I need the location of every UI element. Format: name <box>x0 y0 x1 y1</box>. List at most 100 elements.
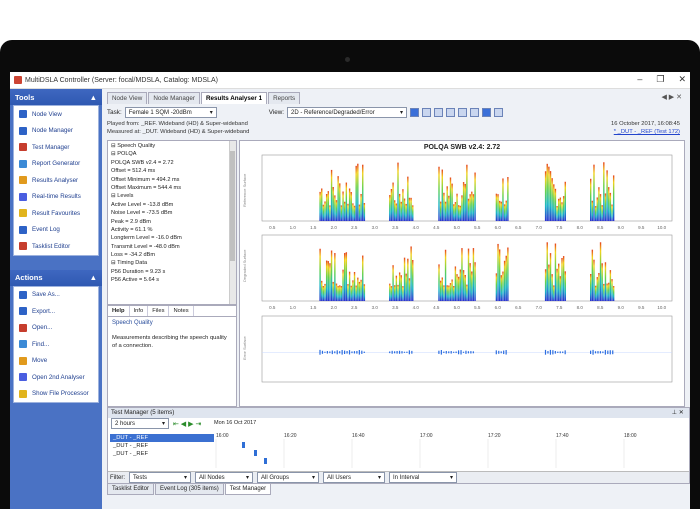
tab-node-view[interactable]: Node View <box>107 92 148 104</box>
toolbar-button-4[interactable] <box>446 108 455 117</box>
tab-nav-arrows[interactable]: ◀ ▶ ✕ <box>661 93 682 101</box>
tree-node[interactable]: P56 Active = 5.64 s <box>111 277 236 285</box>
tree-node[interactable]: Offset = 512.4 ms <box>111 168 236 176</box>
tree-node[interactable]: ⊟ Timing Data <box>111 260 236 268</box>
spectral-bar <box>389 195 391 221</box>
test-run-marker[interactable] <box>242 442 245 448</box>
test-run-marker[interactable] <box>254 450 257 456</box>
filter-select-0[interactable]: Tests ▾ <box>129 472 191 483</box>
sidebar-item-export[interactable]: Export... <box>14 303 98 320</box>
tree-node[interactable]: Offset Maximum = 544.4 ms <box>111 185 236 193</box>
test-run-marker[interactable] <box>264 458 267 464</box>
tree-node[interactable]: ⊟ POLQA <box>111 151 236 159</box>
timeline[interactable]: 16:00 16:20 16:40 17:00 17:20 17:40 18:00 <box>214 428 689 468</box>
camera-icon <box>345 57 350 62</box>
sidebar-item-test-manager[interactable]: Test Manager <box>14 139 98 156</box>
filter-select-3[interactable]: All Users ▾ <box>323 472 385 483</box>
help-tab-info[interactable]: Info <box>130 306 149 316</box>
play-button[interactable] <box>482 108 491 117</box>
tab-results-analyser-1[interactable]: Results Analyser 1 <box>201 92 268 104</box>
tree-node[interactable]: ⊟ Levels <box>111 193 236 201</box>
collapse-icon[interactable]: ▲ <box>90 93 97 102</box>
sidebar-item-real-time-results[interactable]: Real-time Results <box>14 189 98 206</box>
tree-node[interactable]: Activity = 61.1 % <box>111 227 236 235</box>
tree-node[interactable]: Loss = -34.2 dBm <box>111 252 236 260</box>
spectral-bar <box>355 285 357 301</box>
view-select[interactable]: 2D - Reference/Degraded/Error ▾ <box>287 107 407 118</box>
actions-header[interactable]: Actions ▲ <box>10 269 102 286</box>
spectral-bar <box>403 198 406 221</box>
toolbar-button-1[interactable] <box>410 108 419 117</box>
nav-arrows-icon[interactable]: ⇤ ◀ ▶ ⇥ <box>173 420 201 428</box>
filter-select-2[interactable]: All Groups ▾ <box>257 472 319 483</box>
spectral-bar <box>408 278 411 301</box>
sidebar-item-node-view[interactable]: Node View <box>14 106 98 123</box>
tree-node[interactable]: Transmit Level = -48.0 dBm <box>111 244 236 252</box>
test-link[interactable]: * _DUT - _REF (Test 172) <box>611 128 680 136</box>
sidebar-item-open-2nd-analyser[interactable]: Open 2nd Analyser <box>14 369 98 386</box>
help-tab-notes[interactable]: Notes <box>169 306 194 316</box>
chevron-down-icon: ▾ <box>183 474 187 481</box>
minimize-icon[interactable]: – <box>637 74 642 85</box>
toolbar-button-5[interactable] <box>458 108 467 117</box>
x-tick-label: 7.0 <box>536 225 543 230</box>
spectral-bar <box>402 286 404 301</box>
spectral-bar <box>324 283 326 301</box>
maximize-icon[interactable]: ❐ <box>656 74 664 85</box>
sidebar-item-results-analyser[interactable]: Results Analyser <box>14 172 98 189</box>
task-select[interactable]: Female 1 SQM -20dBm ▾ <box>124 107 217 118</box>
spectrogram-chart[interactable]: 0.5 1.0 1.5 2.0 2.5 3.0 3.5 4.0 4.5 5.0 5.5 6.0 6.5 7… <box>240 141 686 408</box>
close-icon[interactable]: ✕ <box>678 74 686 85</box>
error-mark <box>408 350 410 355</box>
tree-node[interactable]: Active Level = -13.8 dBm <box>111 202 236 210</box>
tree-scrollbar[interactable] <box>229 141 236 304</box>
range-select[interactable]: 2 hours ▾ <box>111 418 169 429</box>
filter-select-1[interactable]: All Nodes ▾ <box>195 472 253 483</box>
sidebar-item-result-favourites[interactable]: Result Favourites <box>14 205 98 222</box>
sidebar-item-find[interactable]: Find... <box>14 336 98 353</box>
tools-header[interactable]: Tools ▲ <box>10 89 102 105</box>
spectral-bar <box>410 246 412 301</box>
toolbar-button-2[interactable] <box>422 108 431 117</box>
tree-node[interactable]: Longterm Level = -16.0 dBm <box>111 235 236 243</box>
filter-select-4[interactable]: In Interval ▾ <box>389 472 457 483</box>
tree-node[interactable]: Noise Level = -73.5 dBm <box>111 210 236 218</box>
scroll-thumb[interactable] <box>230 151 235 261</box>
tree-node[interactable]: ⊟ Speech Quality <box>111 143 236 151</box>
toolbar-button-6[interactable] <box>470 108 479 117</box>
tab-node-manager[interactable]: Node Manager <box>148 92 200 104</box>
tree-node[interactable]: Peak = 2.9 dBm <box>111 219 236 227</box>
tab-reports[interactable]: Reports <box>268 92 301 104</box>
sidebar-item-node-manager[interactable]: Node Manager <box>14 123 98 140</box>
spectral-bar <box>457 205 460 221</box>
sidebar-item-report-generator[interactable]: Report Generator <box>14 156 98 173</box>
collapse-icon[interactable]: ▲ <box>90 273 97 282</box>
spectral-bar <box>453 204 455 221</box>
test-list-item[interactable]: _DUT - _REF <box>110 450 214 458</box>
spectral-bar <box>551 178 553 221</box>
spectral-bar <box>397 284 399 301</box>
sidebar-item-tasklist-editor[interactable]: Tasklist Editor <box>14 238 98 255</box>
toolbar-button-7[interactable] <box>494 108 503 117</box>
tree-node[interactable]: POLQA SWB v2.4 = 2.72 <box>111 160 236 168</box>
spectral-bar <box>562 196 565 221</box>
toolbar-button-3[interactable] <box>434 108 443 117</box>
help-tabs: Help Info Files Notes <box>108 306 236 317</box>
bottom-tab-0[interactable]: Tasklist Editor <box>107 484 155 495</box>
bottom-tab-2[interactable]: Test Manager <box>224 484 272 495</box>
help-tab-help[interactable]: Help <box>108 306 130 316</box>
help-tab-files[interactable]: Files <box>148 306 170 316</box>
pin-icon[interactable]: ⊥ ✕ <box>672 408 684 418</box>
sidebar-item-move[interactable]: Move <box>14 353 98 370</box>
test-list-item[interactable]: _DUT - _REF <box>110 434 214 442</box>
sidebar-item-open[interactable]: Open... <box>14 320 98 337</box>
sidebar-item-show-file-processor[interactable]: Show File Processor <box>14 386 98 403</box>
sidebar-item-event-log[interactable]: Event Log <box>14 222 98 239</box>
tree-node[interactable]: Offset Minimum = 494.2 ms <box>111 177 236 185</box>
spectral-bar <box>495 273 498 301</box>
tree-node[interactable]: P56 Duration = 9.23 s <box>111 269 236 277</box>
sidebar-item-save-as[interactable]: Save As... <box>14 287 98 304</box>
spectral-bar <box>601 205 603 221</box>
bottom-tab-1[interactable]: Event Log (305 items) <box>155 484 224 495</box>
test-list-item[interactable]: _DUT - _REF <box>110 442 214 450</box>
